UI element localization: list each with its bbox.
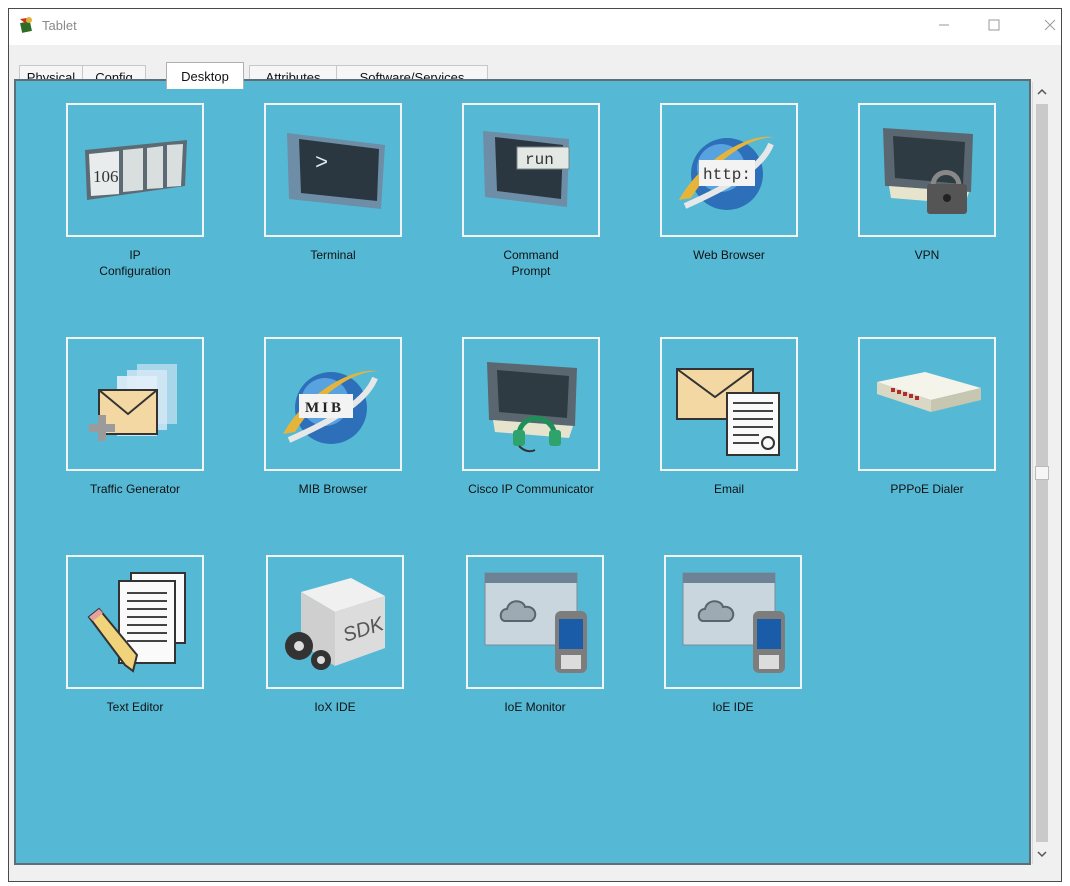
ip-badge: 106 (93, 167, 119, 186)
ioe-monitor-icon (484, 572, 587, 673)
scroll-up-button[interactable] (1033, 82, 1051, 102)
app-label: Cisco IP Communicator (468, 482, 594, 496)
app-label: Terminal (310, 248, 356, 262)
app-tile[interactable]: SDK (266, 555, 404, 689)
app-tile[interactable]: http: (660, 103, 798, 237)
close-button[interactable] (1027, 9, 1070, 41)
pppoe-dialer-icon (877, 372, 981, 412)
app-label: IP Configuration (99, 248, 171, 278)
terminal-prompt: > (315, 151, 328, 176)
email-icon (676, 368, 780, 456)
app-tile[interactable] (466, 555, 604, 689)
app-tile[interactable] (664, 555, 802, 689)
command-prompt-icon: run (483, 131, 570, 207)
ip-communicator-icon (487, 362, 577, 453)
ip-configuration-icon: 106 (85, 140, 187, 200)
app-tile[interactable] (660, 337, 798, 471)
app-label: IoX IDE (314, 700, 356, 714)
app-label: Web Browser (693, 248, 765, 262)
vpn-icon (883, 128, 973, 214)
maximize-icon (988, 19, 1000, 31)
chevron-up-icon (1037, 88, 1047, 95)
app-tile[interactable] (66, 337, 204, 471)
app-label: Email (713, 482, 744, 496)
chevron-down-icon (1037, 851, 1047, 858)
tablet-app-icon (20, 17, 32, 33)
window-title: Tablet (42, 18, 77, 33)
desktop-panel: 106 IP Configuration > Terminal run Comm… (14, 79, 1031, 865)
app-tile[interactable] (66, 555, 204, 689)
run-badge: run (525, 151, 554, 169)
mib-browser-icon: MIB (283, 370, 381, 444)
text-editor-icon (87, 572, 186, 673)
app-tile[interactable] (858, 337, 996, 471)
app-tile[interactable]: run (462, 103, 600, 237)
tab-desktop[interactable]: Desktop (166, 62, 244, 89)
web-browser-icon: http: (679, 136, 777, 210)
vertical-scrollbar[interactable] (1032, 82, 1051, 864)
app-label: Text Editor (106, 700, 164, 714)
app-tile[interactable] (858, 103, 996, 237)
app-tile[interactable] (462, 337, 600, 471)
ioe-ide-icon (682, 572, 785, 673)
http-badge: http: (703, 166, 751, 184)
minimize-icon (939, 24, 949, 26)
app-label: MIB Browser (298, 482, 368, 496)
scroll-down-button[interactable] (1033, 844, 1051, 864)
maximize-button[interactable] (971, 9, 1017, 41)
app-tile[interactable]: > (264, 103, 402, 237)
minimize-button[interactable] (921, 9, 967, 41)
app-label: Traffic Generator (89, 482, 181, 496)
traffic-generator-icon (89, 364, 177, 441)
app-label: VPN (914, 248, 940, 262)
iox-ide-icon: SDK (285, 578, 388, 670)
scroll-thumb[interactable] (1035, 466, 1049, 480)
app-tile[interactable]: 106 (66, 103, 204, 237)
app-tile[interactable]: MIB (264, 337, 402, 471)
app-label: Command Prompt (503, 248, 559, 278)
app-label: IoE Monitor (504, 700, 566, 714)
terminal-icon: > (287, 133, 385, 209)
title-bar[interactable]: Tablet (9, 9, 1061, 45)
app-label: IoE IDE (712, 700, 754, 714)
app-label: PPPoE Dialer (890, 482, 964, 496)
mib-badge: MIB (305, 400, 344, 416)
close-icon (1044, 19, 1056, 31)
